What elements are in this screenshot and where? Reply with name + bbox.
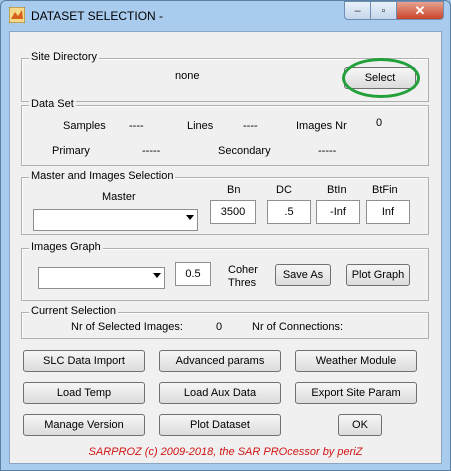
maximize-button[interactable]: ▫ — [370, 1, 397, 20]
site-directory-value: none — [175, 70, 200, 82]
samples-label: Samples — [63, 120, 106, 132]
dc-label: DC — [276, 184, 292, 196]
selected-images-value: 0 — [216, 321, 223, 333]
export-site-param-button[interactable]: Export Site Param — [295, 382, 417, 404]
weather-module-button[interactable]: Weather Module — [295, 350, 417, 372]
bn-field[interactable]: 3500 — [210, 200, 256, 224]
minimize-button[interactable]: – — [344, 1, 371, 20]
plot-graph-button[interactable]: Plot Graph — [346, 264, 410, 286]
data-set-label: Data Set — [29, 98, 76, 110]
images-graph-dropdown[interactable] — [38, 267, 165, 289]
copyright-footer: SARPROZ (c) 2009-2018, the SAR PROcessor… — [88, 446, 363, 458]
bn-label: Bn — [227, 184, 241, 196]
plot-dataset-button[interactable]: Plot Dataset — [159, 414, 281, 436]
connections-label: Nr of Connections: — [252, 321, 344, 333]
dc-field[interactable]: .5 — [267, 200, 311, 224]
advanced-params-button[interactable]: Advanced params — [159, 350, 281, 372]
load-aux-data-button[interactable]: Load Aux Data — [159, 382, 281, 404]
site-directory-label: Site Directory — [29, 51, 100, 63]
close-button[interactable]: ✕ — [396, 1, 444, 20]
current-selection-label: Current Selection — [29, 305, 118, 317]
window-title: DATASET SELECTION - — [31, 9, 164, 23]
coher-label: Coher — [228, 264, 258, 276]
primary-value: ----- — [142, 145, 161, 157]
primary-label: Primary — [52, 145, 90, 157]
dataset-selection-window: DATASET SELECTION - – ▫ ✕ Site Directory… — [0, 0, 451, 471]
title-bar[interactable]: DATASET SELECTION - – ▫ ✕ — [1, 1, 450, 30]
selected-images-label: Nr of Selected Images: — [71, 321, 183, 333]
thres-label: Thres — [228, 277, 257, 289]
images-nr-value: 0 — [376, 117, 383, 129]
save-as-button[interactable]: Save As — [275, 264, 331, 286]
master-label: Master — [102, 191, 136, 203]
dialog-body: Site Directory none Select Data Set Samp… — [9, 31, 442, 464]
chevron-down-icon — [153, 273, 161, 278]
images-graph-label: Images Graph — [29, 241, 103, 253]
secondary-value: ----- — [318, 145, 337, 157]
btfin-field[interactable]: Inf — [366, 200, 410, 224]
load-temp-button[interactable]: Load Temp — [23, 382, 145, 404]
matlab-app-icon — [9, 7, 25, 23]
ok-button[interactable]: OK — [338, 414, 382, 436]
slc-data-import-button[interactable]: SLC Data Import — [23, 350, 145, 372]
btin-field[interactable]: -Inf — [316, 200, 360, 224]
chevron-down-icon — [186, 215, 194, 220]
secondary-label: Secondary — [218, 145, 271, 157]
lines-label: Lines — [187, 120, 214, 132]
coherence-threshold-field[interactable]: 0.5 — [175, 262, 211, 286]
master-images-selection-label: Master and Images Selection — [29, 170, 176, 182]
select-highlight-circle — [342, 58, 420, 98]
images-nr-label: Images Nr — [296, 120, 347, 132]
lines-value: ---- — [243, 120, 258, 132]
manage-version-button[interactable]: Manage Version — [23, 414, 145, 436]
btfin-label: BtFin — [372, 184, 398, 196]
master-dropdown[interactable] — [33, 209, 198, 231]
btin-label: BtIn — [327, 184, 347, 196]
samples-value: ---- — [129, 120, 144, 132]
